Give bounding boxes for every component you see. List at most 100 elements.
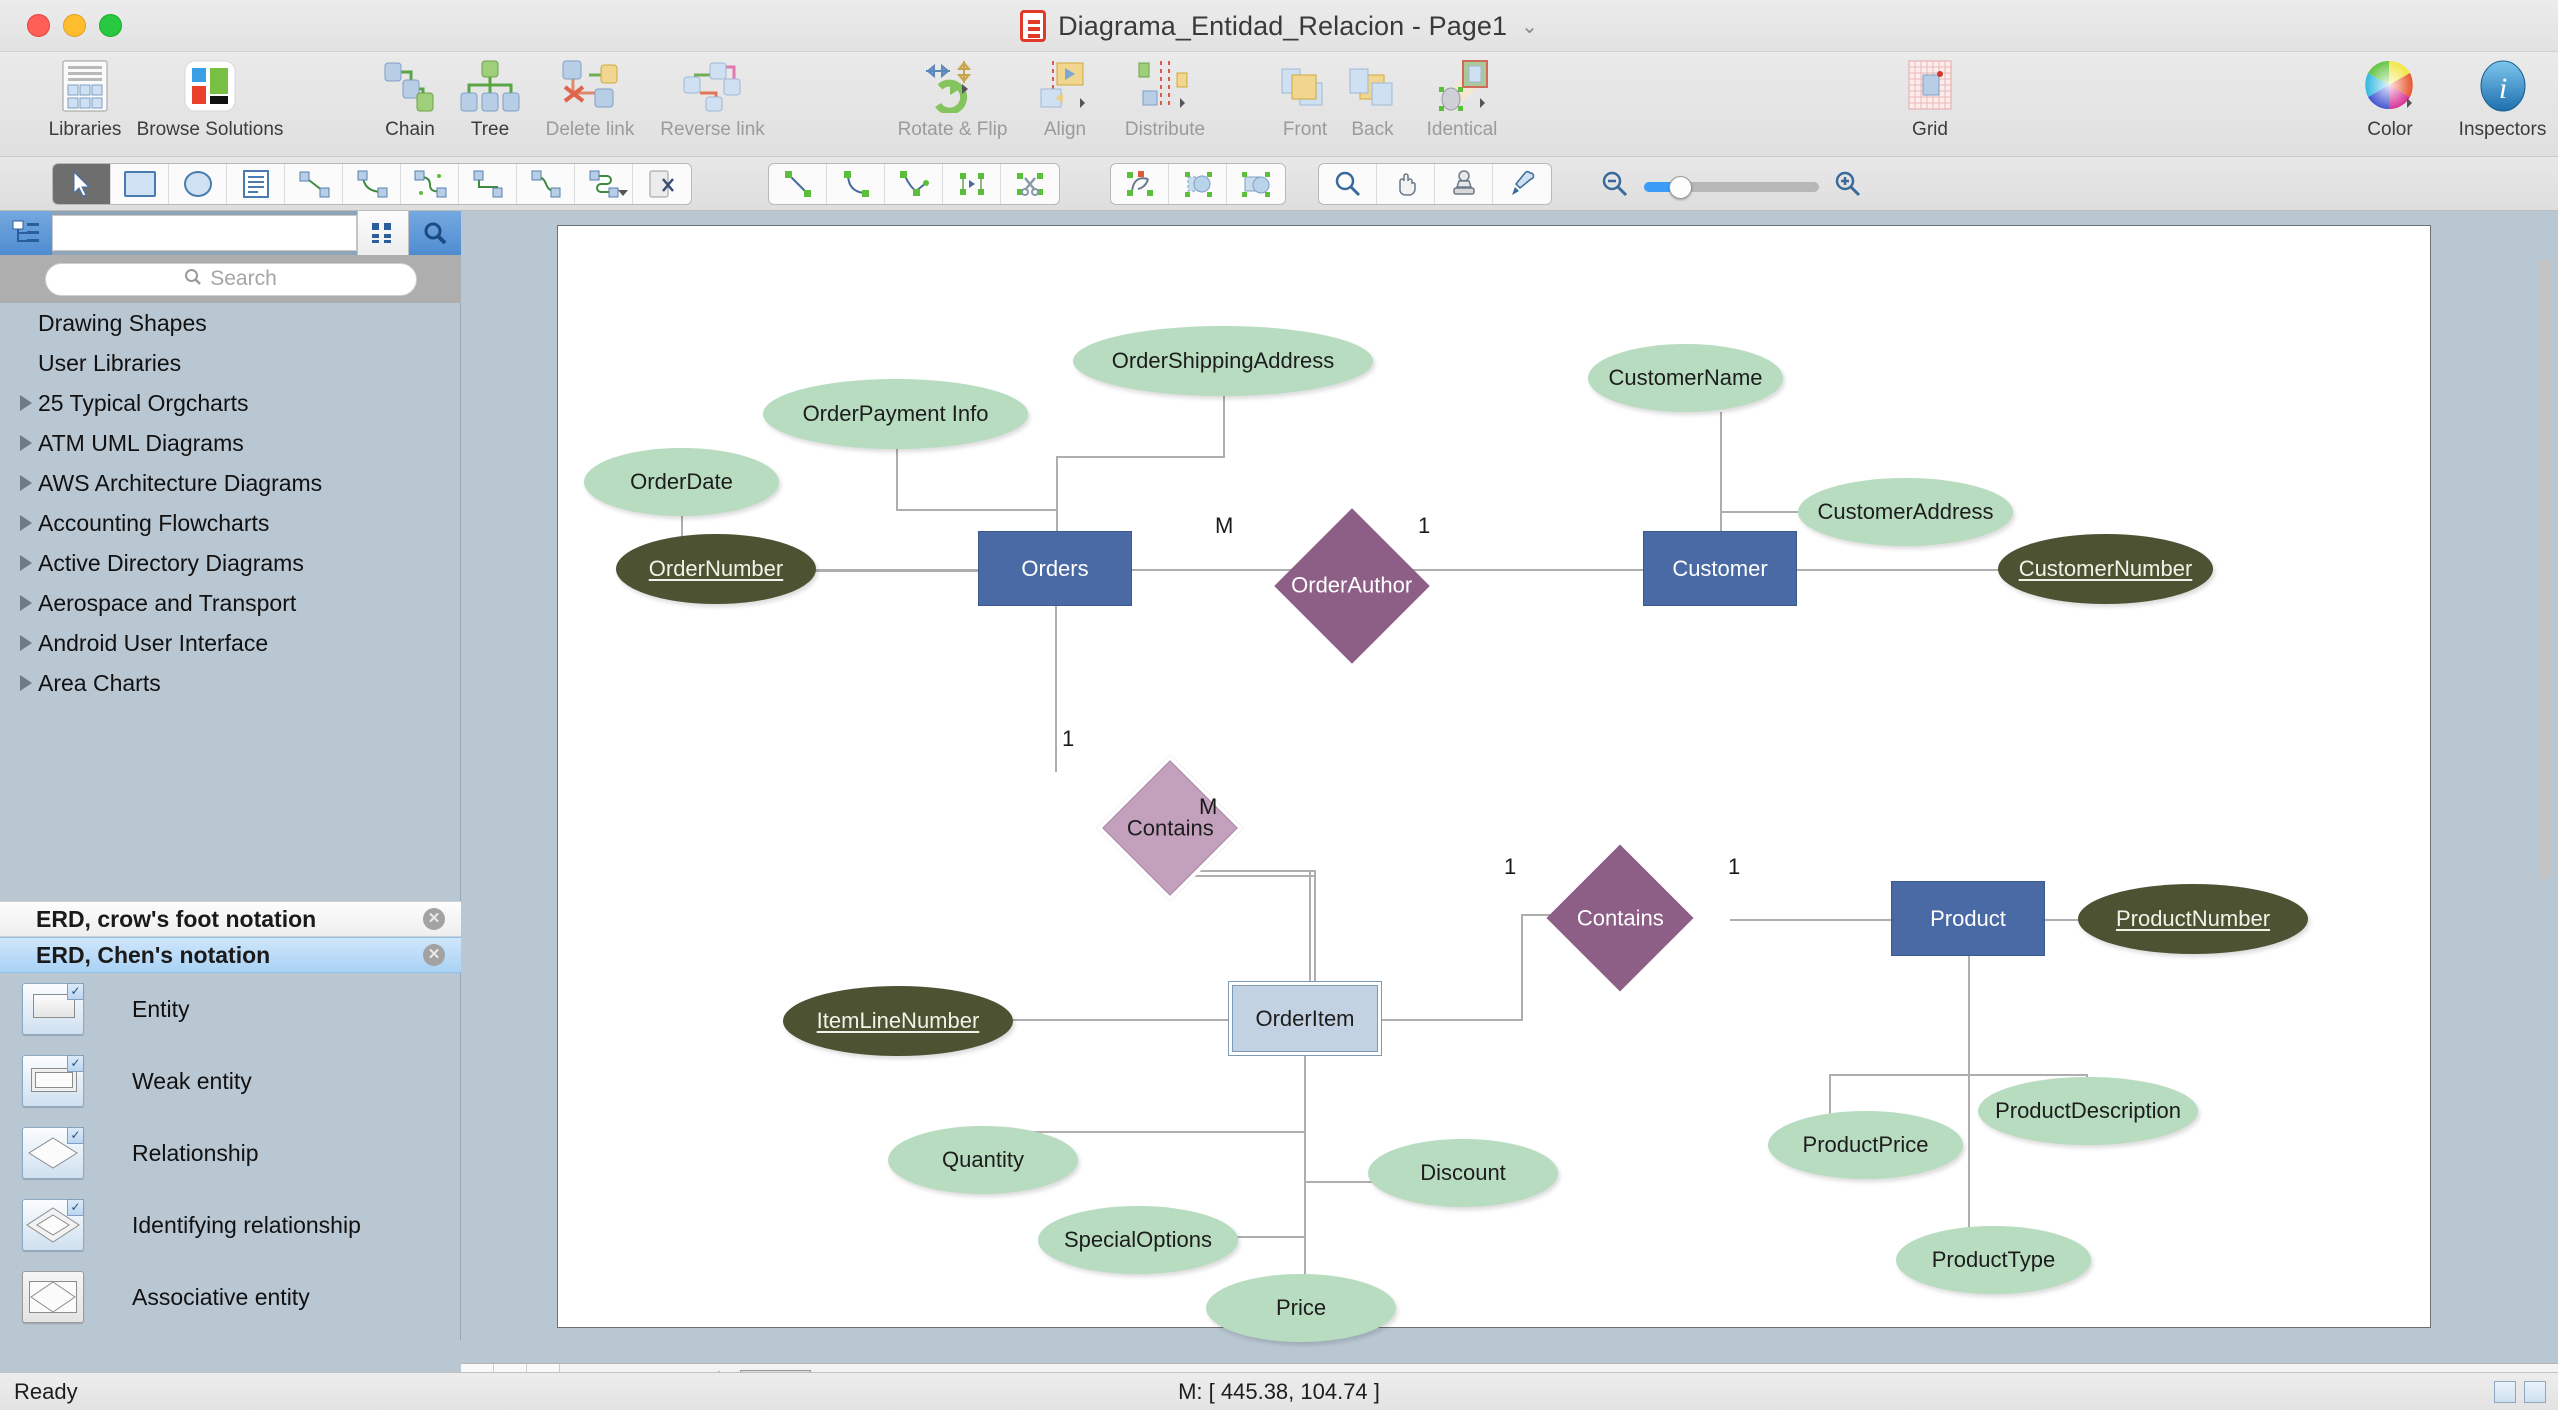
pointer-tool-icon[interactable]	[53, 164, 111, 204]
library-header-chen[interactable]: ERD, Chen's notation ✕	[0, 937, 461, 973]
chevron-right-icon[interactable]	[14, 675, 38, 691]
shape-item-entity[interactable]: ✓ Entity	[0, 973, 461, 1045]
tree-item-atm-uml-diagrams[interactable]: ATM UML Diagrams	[0, 423, 461, 463]
key-attribute-node[interactable]: OrderNumber	[616, 534, 816, 604]
relationship-node[interactable]: OrderAuthor	[1274, 508, 1430, 664]
close-icon[interactable]: ✕	[423, 944, 445, 966]
chevron-right-icon[interactable]	[14, 435, 38, 451]
entity-node[interactable]: Product	[1891, 881, 2045, 956]
tree-item-25-typical-orgcharts[interactable]: 25 Typical Orgcharts	[0, 383, 461, 423]
library-grid-icon[interactable]	[357, 211, 409, 255]
ribbon-button-inspectors[interactable]: i Inspectors	[2420, 56, 2558, 154]
chevron-right-icon[interactable]	[14, 475, 38, 491]
eyedropper-icon[interactable]	[1493, 164, 1551, 204]
union-shapes-icon[interactable]	[1169, 164, 1227, 204]
weak-entity-node[interactable]: OrderItem	[1228, 981, 1382, 1056]
attribute-node[interactable]: ProductDescription	[1978, 1077, 2198, 1145]
ribbon-label: Chain	[385, 119, 435, 140]
attribute-node[interactable]: CustomerAddress	[1798, 478, 2013, 546]
key-attribute-node[interactable]: ItemLineNumber	[783, 986, 1013, 1056]
tree-item-area-charts[interactable]: Area Charts	[0, 663, 461, 703]
window-resize-icon[interactable]	[2524, 1380, 2546, 1403]
library-header-crowsfoot[interactable]: ERD, crow's foot notation ✕	[0, 901, 461, 937]
close-icon[interactable]: ✕	[423, 908, 445, 930]
canvas-area[interactable]: OrderDate OrderPayment Info OrderShippin…	[461, 211, 2558, 1363]
ribbon-label: Tree	[470, 119, 510, 140]
text-block-tool-icon[interactable]	[227, 164, 285, 204]
attribute-node[interactable]: SpecialOptions	[1038, 1206, 1238, 1274]
tree-item-active-directory-diagrams[interactable]: Active Directory Diagrams	[0, 543, 461, 583]
grid-icon	[1907, 56, 1953, 116]
shape-item-weak-entity[interactable]: ✓ Weak entity	[0, 1045, 461, 1117]
shape-item-associative-entity[interactable]: Associative entity	[0, 1261, 461, 1333]
tree-item-aerospace-and-transport[interactable]: Aerospace and Transport	[0, 583, 461, 623]
attribute-node[interactable]: OrderShippingAddress	[1073, 326, 1373, 396]
attribute-node[interactable]: Price	[1206, 1274, 1396, 1342]
rounded-connector-icon[interactable]	[575, 164, 633, 204]
shape-item-relationship[interactable]: ✓ Relationship	[0, 1117, 461, 1189]
canvas-vertical-scrollbar[interactable]	[2539, 223, 2552, 1323]
library-search-icon[interactable]	[409, 211, 461, 255]
ribbon-button-reverse-link[interactable]: Reverse link	[625, 56, 800, 154]
zoom-tool-icon[interactable]	[1319, 164, 1377, 204]
relationship-node[interactable]: Contains	[1546, 844, 1694, 992]
attribute-node[interactable]: ProductType	[1896, 1226, 2091, 1294]
cardinality-label: 1	[1062, 726, 1075, 751]
key-attribute-node[interactable]: CustomerNumber	[1998, 534, 2213, 604]
hand-pan-icon[interactable]	[1377, 164, 1435, 204]
chevron-down-icon[interactable]	[618, 190, 628, 196]
entity-node[interactable]: Customer	[1643, 531, 1797, 606]
tree-item-user-libraries[interactable]: User Libraries	[0, 343, 461, 383]
attribute-node[interactable]: ProductPrice	[1768, 1111, 1963, 1179]
chevron-right-icon[interactable]	[14, 515, 38, 531]
smart-connector-icon[interactable]	[401, 164, 459, 204]
attribute-node[interactable]: Quantity	[888, 1126, 1078, 1194]
stamp-clone-icon[interactable]	[1435, 164, 1493, 204]
tree-item-drawing-shapes[interactable]: Drawing Shapes	[0, 303, 461, 343]
zoom-in-icon[interactable]	[1833, 169, 1863, 204]
chevron-right-icon[interactable]	[14, 555, 38, 571]
tree-item-android-user-interface[interactable]: Android User Interface	[0, 623, 461, 663]
zoom-out-icon[interactable]	[1600, 169, 1630, 204]
group-shapes-icon[interactable]	[1227, 164, 1285, 204]
key-attribute-node[interactable]: ProductNumber	[2078, 884, 2308, 954]
ellipse-tool-icon[interactable]	[169, 164, 227, 204]
line-segment-icon[interactable]	[769, 164, 827, 204]
bezier-connector-icon[interactable]	[517, 164, 575, 204]
delete-connector-icon[interactable]	[633, 164, 691, 204]
rectangle-tool-icon[interactable]	[111, 164, 169, 204]
attribute-node[interactable]: Discount	[1368, 1139, 1558, 1207]
scissors-cut-icon[interactable]	[1001, 164, 1059, 204]
page-layout-icon[interactable]	[2494, 1380, 2516, 1403]
ribbon-button-browse-solutions[interactable]: Browse Solutions	[95, 56, 325, 154]
ribbon-button-identical[interactable]: Identical	[1382, 56, 1542, 154]
ribbon-button-grid[interactable]: Grid	[1870, 56, 1990, 154]
tree-item-aws-architecture-diagrams[interactable]: AWS Architecture Diagrams	[0, 463, 461, 503]
library-filter-input[interactable]	[52, 215, 357, 251]
node-edit-icon[interactable]	[943, 164, 1001, 204]
chevron-right-icon[interactable]	[14, 595, 38, 611]
entity-node[interactable]: Orders	[978, 531, 1132, 606]
search-input[interactable]: Search	[44, 262, 417, 296]
shape-item-identifying-relationship[interactable]: ✓ Identifying relationship	[0, 1189, 461, 1261]
arc-segment-icon[interactable]	[827, 164, 885, 204]
attribute-node[interactable]: CustomerName	[1588, 344, 1783, 412]
tree-item-accounting-flowcharts[interactable]: Accounting Flowcharts	[0, 503, 461, 543]
right-angle-connector-icon[interactable]	[459, 164, 517, 204]
attribute-node[interactable]: OrderDate	[584, 448, 779, 516]
straight-connector-icon[interactable]	[285, 164, 343, 204]
identifying-relationship-node[interactable]: Contains	[1096, 754, 1244, 902]
polyline-icon[interactable]	[885, 164, 943, 204]
chevron-right-icon[interactable]	[14, 395, 38, 411]
library-tree-icon[interactable]	[0, 211, 52, 255]
scrollbar-thumb[interactable]	[2539, 259, 2552, 879]
diagram-page[interactable]: OrderDate OrderPayment Info OrderShippin…	[557, 225, 2431, 1342]
zoom-slider-knob[interactable]	[1669, 175, 1692, 199]
chevron-right-icon[interactable]	[14, 635, 38, 651]
curved-connector-icon[interactable]	[343, 164, 401, 204]
zoom-slider[interactable]	[1644, 175, 1819, 199]
attribute-node[interactable]: OrderPayment Info	[763, 379, 1028, 449]
reshape-icon[interactable]	[1111, 164, 1169, 204]
chevron-down-icon[interactable]: ⌄	[1521, 14, 1538, 39]
ribbon-button-distribute[interactable]: Distribute	[1075, 56, 1255, 154]
